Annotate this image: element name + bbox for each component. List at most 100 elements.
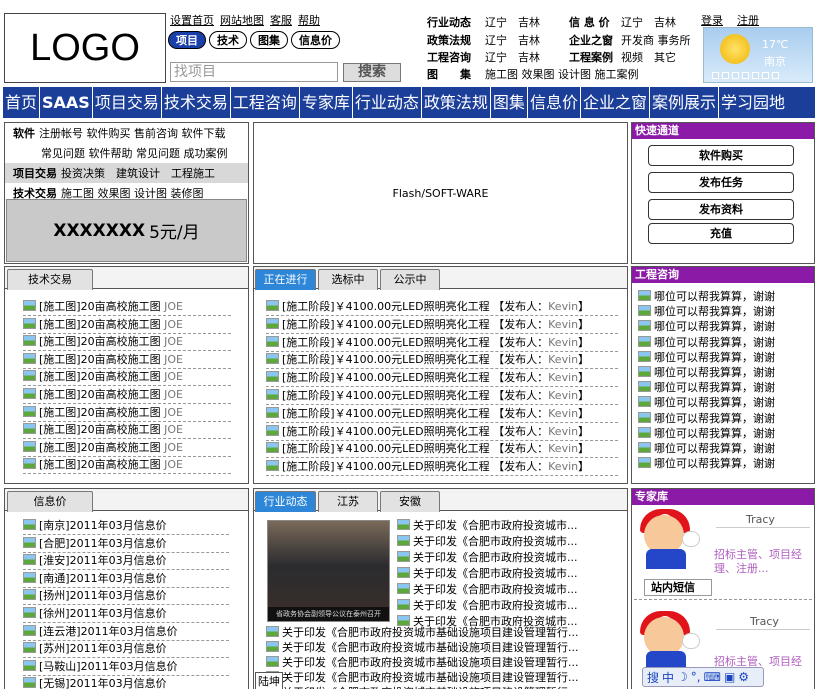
search-tab-info-price[interactable]: 信息价: [291, 31, 340, 49]
tech-item[interactable]: [施工图]20亩高校施工图 JOE: [23, 334, 231, 352]
price-banner[interactable]: XXXXXXX 5元/月: [6, 199, 247, 262]
tab-info-price[interactable]: 信息价: [7, 491, 93, 512]
news-item[interactable]: 关于印发《合肥市政府投资城市...: [397, 518, 578, 535]
sms-button[interactable]: 站内短信: [644, 579, 712, 596]
project-item[interactable]: [施工阶段]￥4100.00元LED照明亮化工程 【发布人：Kevin】: [266, 459, 618, 477]
top-link-help[interactable]: 帮助: [298, 14, 320, 27]
weather-widget[interactable]: 17℃ 南京: [703, 27, 813, 83]
tech-item[interactable]: [施工图]20亩高校施工图 JOE: [23, 352, 231, 369]
cat-cases[interactable]: 工程案例 视频 其它: [569, 49, 676, 65]
publish-material-button[interactable]: 发布资料: [648, 199, 794, 220]
ime-punct-icon[interactable]: °,: [691, 670, 701, 684]
ime-gear-icon[interactable]: ⚙: [738, 670, 749, 684]
news-item[interactable]: 关于印发《合肥市政府投资城市...: [397, 598, 578, 615]
tab-in-progress[interactable]: 正在进行: [255, 269, 316, 290]
cat-industry[interactable]: 行业动态 辽宁 吉林: [427, 14, 540, 30]
info-price-item[interactable]: [淮安]2011年03月信息价: [23, 553, 229, 571]
recharge-button[interactable]: 充值: [648, 223, 794, 244]
nav-experts[interactable]: 专家库: [300, 87, 353, 118]
menu-software-2[interactable]: 常见问题 软件帮助 常见问题 成功案例: [5, 143, 248, 163]
project-item[interactable]: [施工阶段]￥4100.00元LED照明亮化工程 【发布人：Kevin】: [266, 424, 618, 441]
top-link-set-home[interactable]: 设置首页: [170, 14, 214, 27]
search-tab-tech[interactable]: 技术: [209, 31, 247, 49]
tech-item[interactable]: [施工图]20亩高校施工图 JOE: [23, 369, 231, 387]
info-price-item[interactable]: [连云港]2011年03月信息价: [23, 624, 229, 641]
menu-software[interactable]: 软件 注册帐号 软件购买 售前咨询 软件下载: [5, 123, 248, 143]
nav-project-trade[interactable]: 项目交易: [93, 87, 162, 118]
ime-moon-icon[interactable]: ☽: [677, 670, 688, 684]
buy-software-button[interactable]: 软件购买: [648, 145, 794, 166]
project-item[interactable]: [施工阶段]￥4100.00元LED照明亮化工程 【发布人：Kevin】: [266, 406, 618, 423]
expert-name[interactable]: Tracy: [746, 513, 775, 526]
project-item[interactable]: [施工阶段]￥4100.00元LED照明亮化工程 【发布人：Kevin】: [266, 335, 618, 352]
ime-logo-icon[interactable]: 搜: [647, 669, 659, 686]
project-item[interactable]: [施工阶段]￥4100.00元LED照明亮化工程 【发布人：Kevin】: [266, 352, 618, 370]
project-item[interactable]: [施工阶段]￥4100.00元LED照明亮化工程 【发布人：Kevin】: [266, 370, 618, 388]
top-link-sitemap[interactable]: 网站地图: [220, 14, 264, 27]
tab-public[interactable]: 公示中: [380, 269, 440, 290]
ime-lang-icon[interactable]: 中: [662, 669, 674, 686]
cat-policy[interactable]: 政策法规 辽宁 吉林: [427, 32, 540, 48]
ime-keyboard-icon[interactable]: ⌨: [704, 670, 721, 684]
news-item[interactable]: 关于印发《合肥市政府投资城市...: [397, 550, 578, 567]
tab-jiangsu[interactable]: 江苏: [318, 491, 378, 512]
expert-avatar[interactable]: [636, 509, 700, 573]
search-input[interactable]: 找项目: [170, 62, 338, 82]
search-tab-project[interactable]: 项目: [168, 31, 206, 49]
project-item[interactable]: [施工阶段]￥4100.00元LED照明亮化工程 【发布人：Kevin】: [266, 441, 618, 459]
nav-cases[interactable]: 案例展示: [650, 87, 719, 118]
nav-industry[interactable]: 行业动态: [353, 87, 422, 118]
info-price-item[interactable]: [南京]2011年03月信息价: [23, 518, 229, 535]
login-link[interactable]: 登录: [701, 14, 723, 27]
tech-item[interactable]: [施工图]20亩高校施工图 JOE: [23, 317, 231, 334]
tab-industry-news[interactable]: 行业动态: [255, 491, 316, 512]
ime-skin-icon[interactable]: ▣: [724, 670, 735, 684]
info-price-item[interactable]: [苏州]2011年03月信息价: [23, 641, 229, 659]
info-price-item[interactable]: [合肥]2011年03月信息价: [23, 536, 229, 553]
nav-policy[interactable]: 政策法规: [422, 87, 491, 118]
expert-name-2[interactable]: Tracy: [750, 615, 779, 628]
tech-item[interactable]: [施工图]20亩高校施工图 JOE: [23, 299, 231, 316]
info-price-item[interactable]: [南通]2011年03月信息价: [23, 571, 229, 588]
nav-consult[interactable]: 工程咨询: [231, 87, 300, 118]
tech-item[interactable]: [施工图]20亩高校施工图 JOE: [23, 440, 231, 457]
top-link-service[interactable]: 客服: [270, 14, 292, 27]
publish-task-button[interactable]: 发布任务: [648, 172, 794, 193]
tab-tech-trade[interactable]: 技术交易: [7, 269, 93, 290]
ime-toolbar[interactable]: 搜中 ☽ °, ⌨ ▣ ⚙: [642, 667, 764, 687]
tab-anhui[interactable]: 安徽: [380, 491, 440, 512]
info-price-item[interactable]: [扬州]2011年03月信息价: [23, 588, 229, 606]
register-link[interactable]: 注册: [737, 14, 759, 27]
flash-banner[interactable]: Flash/SOFT-WARE: [253, 122, 628, 264]
consult-item[interactable]: 哪位可以帮我算算，谢谢: [638, 456, 775, 473]
menu-project-trade[interactable]: 项目交易 投资决策 建筑设计 工程施工: [5, 163, 248, 183]
cat-atlas[interactable]: 图 集施工图 效果图 设计图 施工案例: [427, 66, 639, 82]
search-button[interactable]: 搜索: [343, 63, 401, 82]
logo[interactable]: LOGO: [4, 13, 166, 83]
project-item[interactable]: [施工阶段]￥4100.00元LED照明亮化工程 【发布人：Kevin】: [266, 388, 618, 405]
info-price-item[interactable]: [徐州]2011年03月信息价: [23, 606, 229, 623]
project-item[interactable]: [施工阶段]￥4100.00元LED照明亮化工程 【发布人：Kevin】: [266, 299, 618, 316]
nav-enterprise[interactable]: 企业之窗: [581, 87, 650, 118]
nav-info-price[interactable]: 信息价: [528, 87, 581, 118]
tech-item[interactable]: [施工图]20亩高校施工图 JOE: [23, 422, 231, 440]
nav-saas[interactable]: SAAS: [40, 87, 93, 118]
tab-bidding[interactable]: 选标中: [318, 269, 378, 290]
project-item[interactable]: [施工阶段]￥4100.00元LED照明亮化工程 【发布人：Kevin】: [266, 317, 618, 334]
cat-consult[interactable]: 工程咨询 辽宁 吉林: [427, 49, 540, 65]
nav-learning[interactable]: 学习园地: [719, 87, 787, 118]
tech-item[interactable]: [施工图]20亩高校施工图 JOE: [23, 457, 231, 475]
expert-avatar-2[interactable]: [636, 611, 700, 675]
info-price-item[interactable]: [马鞍山]2011年03月信息价: [23, 659, 229, 676]
nav-atlas[interactable]: 图集: [491, 87, 528, 118]
tech-item[interactable]: [施工图]20亩高校施工图 JOE: [23, 387, 231, 404]
info-price-item[interactable]: [无锡]2011年03月信息价: [23, 676, 229, 689]
news-item[interactable]: 关于印发《合肥市政府投资城市...: [397, 582, 578, 599]
news-photo[interactable]: 省政务协会副领导公议在泰州召开: [267, 520, 390, 622]
cat-enterprise[interactable]: 企业之窗 开发商 事务所: [569, 32, 691, 48]
search-tab-atlas[interactable]: 图集: [250, 31, 288, 49]
news-item[interactable]: 关于印发《合肥市政府投资城市...: [397, 566, 578, 583]
news-item[interactable]: 关于印发《合肥市政府投资城市基础设施项目建设管理暂行...: [266, 685, 579, 689]
nav-home[interactable]: 首页: [3, 87, 41, 118]
tech-item[interactable]: [施工图]20亩高校施工图 JOE: [23, 405, 231, 422]
